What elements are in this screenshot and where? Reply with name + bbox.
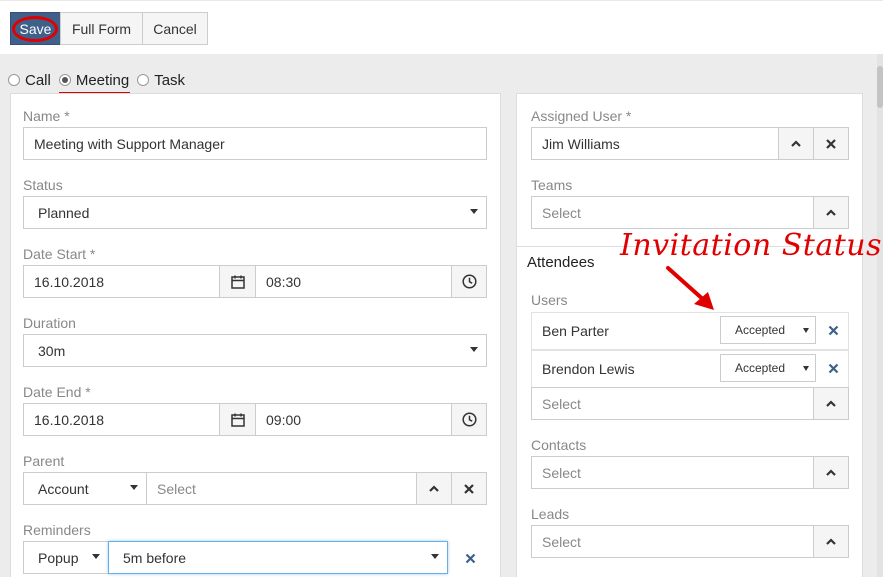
cancel-button[interactable]: Cancel (142, 12, 208, 45)
chevron-up-icon (429, 484, 439, 492)
annotation-arrow-icon (666, 266, 714, 310)
invitation-status-select[interactable]: Accepted (720, 316, 816, 344)
parent-expand-button[interactable] (416, 472, 452, 505)
date-end-calendar-button[interactable] (219, 403, 256, 436)
toolbar: Save Full Form Cancel (0, 0, 883, 54)
contacts-label: Contacts (531, 437, 587, 453)
clock-icon (461, 274, 477, 289)
assigned-user-label: Assigned User * (531, 108, 632, 124)
duration-label: Duration (23, 315, 76, 331)
date-end-date-input[interactable]: 16.10.2018 (23, 403, 220, 436)
remove-reminder-button[interactable] (462, 550, 478, 566)
calendar-icon (230, 275, 245, 289)
duration-value: 30m (38, 342, 66, 359)
calendar-icon (230, 413, 245, 427)
parent-label: Parent (23, 453, 65, 469)
activity-type-radios: Call Meeting Task (8, 70, 193, 90)
parent-type-select[interactable]: Account (23, 472, 147, 505)
contacts-select-input[interactable]: Select (531, 456, 814, 489)
scrollbar-track[interactable] (877, 54, 883, 577)
date-start-time-input[interactable]: 08:30 (255, 265, 452, 298)
radio-call[interactable]: Call (8, 72, 51, 89)
chevron-down-icon (92, 554, 100, 559)
date-end-label: Date End * (23, 384, 91, 400)
chevron-down-icon (470, 209, 478, 214)
clock-icon (461, 412, 477, 427)
date-end-clock-button[interactable] (451, 403, 487, 436)
chevron-down-icon (470, 347, 478, 352)
remove-attendee-button[interactable] (825, 360, 841, 376)
leads-label: Leads (531, 506, 570, 522)
assigned-user-input[interactable]: Jim Williams (531, 127, 779, 160)
reminder-type-value: Popup (38, 549, 79, 566)
status-select[interactable]: Planned (23, 196, 487, 229)
full-form-button[interactable]: Full Form (60, 12, 143, 45)
radio-task-circle[interactable] (137, 74, 150, 86)
close-icon (828, 363, 838, 373)
radio-call-label: Call (25, 71, 51, 89)
invitation-status-value: Accepted (735, 361, 786, 375)
radio-call-circle[interactable] (8, 74, 20, 86)
chevron-down-icon (431, 554, 439, 559)
teams-label: Teams (531, 177, 573, 193)
date-start-calendar-button[interactable] (219, 265, 256, 298)
remove-attendee-button[interactable] (825, 322, 841, 338)
radio-task[interactable]: Task (137, 72, 185, 89)
name-label: Name * (23, 108, 70, 124)
assigned-user-expand-button[interactable] (778, 127, 814, 160)
reminders-label: Reminders (23, 522, 91, 538)
chevron-up-icon (826, 208, 836, 216)
date-end-time-input[interactable]: 09:00 (255, 403, 452, 436)
date-start-date-input[interactable]: 16.10.2018 (23, 265, 220, 298)
name-input[interactable]: Meeting with Support Manager (23, 127, 487, 160)
contacts-expand-button[interactable] (813, 456, 849, 489)
chevron-up-icon (826, 537, 836, 545)
radio-task-label: Task (154, 71, 186, 89)
invitation-status-value: Accepted (735, 323, 786, 337)
parent-type-value: Account (38, 480, 89, 497)
teams-select-input[interactable]: Select (531, 196, 814, 229)
users-select-input[interactable]: Select (531, 387, 814, 420)
chevron-down-icon (803, 366, 809, 371)
reminder-time-value: 5m before (123, 549, 187, 566)
duration-select[interactable]: 30m (23, 334, 487, 367)
users-expand-button[interactable] (813, 387, 849, 420)
status-value: Planned (38, 204, 90, 221)
chevron-up-icon (826, 399, 836, 407)
reminder-time-select[interactable]: 5m before (108, 541, 448, 574)
radio-meeting-label: Meeting (75, 71, 130, 89)
status-label: Status (23, 177, 63, 193)
invitation-status-select[interactable]: Accepted (720, 354, 816, 382)
attendee-name: Brendon Lewis (542, 361, 635, 377)
chevron-up-icon (791, 139, 801, 147)
scrollbar-thumb[interactable] (877, 66, 883, 108)
attendees-heading: Attendees (527, 254, 595, 271)
attendee-name: Ben Parter (542, 323, 609, 339)
chevron-up-icon (826, 468, 836, 476)
reminder-type-select[interactable]: Popup (23, 541, 109, 574)
leads-select-input[interactable]: Select (531, 525, 814, 558)
close-icon (465, 553, 475, 563)
chevron-down-icon (130, 485, 138, 490)
parent-clear-button[interactable] (451, 472, 487, 505)
close-icon (826, 138, 836, 149)
radio-meeting-circle[interactable] (58, 74, 71, 86)
parent-select-input[interactable]: Select (146, 472, 417, 505)
invitation-status-annotation: Invitation Status (620, 228, 882, 263)
date-start-clock-button[interactable] (451, 265, 487, 298)
date-start-label: Date Start * (23, 246, 96, 262)
chevron-down-icon (803, 328, 809, 333)
users-label: Users (531, 292, 568, 308)
save-button[interactable]: Save (10, 12, 61, 45)
assigned-user-clear-button[interactable] (813, 127, 849, 160)
close-icon (828, 325, 838, 335)
close-icon (464, 483, 474, 494)
leads-expand-button[interactable] (813, 525, 849, 558)
teams-expand-button[interactable] (813, 196, 849, 229)
radio-meeting[interactable]: Meeting (58, 71, 130, 89)
